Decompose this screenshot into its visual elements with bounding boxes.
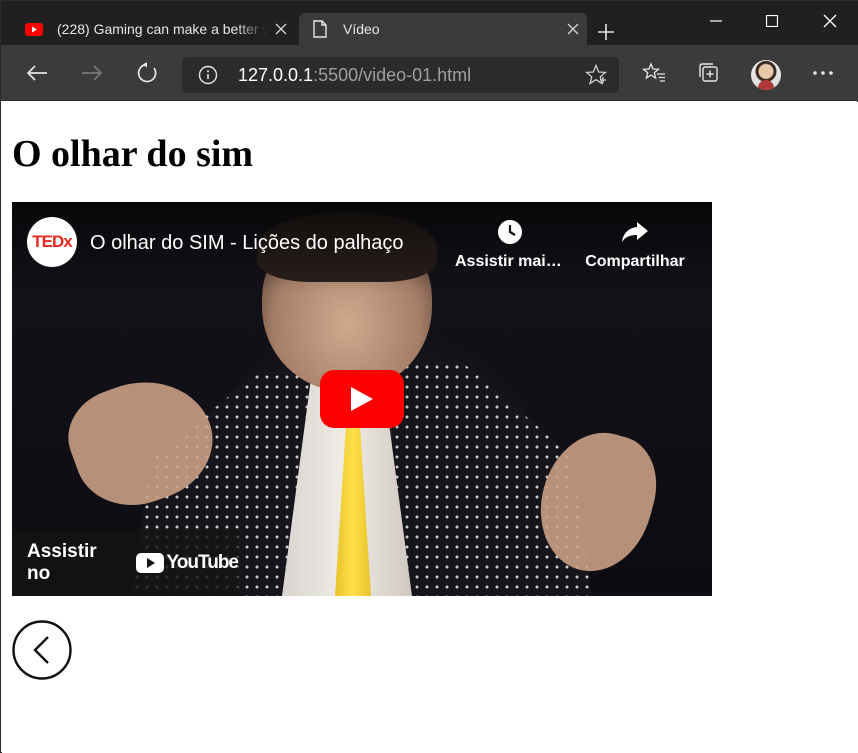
url-path: :5500/video-01.html bbox=[313, 64, 472, 85]
refresh-icon[interactable] bbox=[132, 58, 162, 88]
watch-on-youtube-button[interactable]: Assistir no YouTube bbox=[12, 530, 239, 596]
favorite-star-icon[interactable] bbox=[584, 63, 608, 86]
page-icon bbox=[311, 20, 329, 38]
channel-logo-text: TEDx bbox=[32, 232, 72, 251]
tab-title: (228) Gaming can make a better world bbox=[57, 21, 267, 37]
share-button[interactable]: Compartilhar bbox=[580, 217, 690, 271]
youtube-wordmark: YouTube bbox=[166, 552, 239, 573]
page-content: O olhar do sim TEDx O olhar do SIM - Liç… bbox=[2, 102, 858, 753]
tab-title: Vídeo bbox=[343, 21, 380, 37]
forward-icon[interactable] bbox=[77, 58, 107, 88]
channel-avatar[interactable]: TEDx bbox=[27, 217, 77, 267]
close-tab-icon[interactable] bbox=[559, 15, 587, 43]
clock-icon bbox=[495, 217, 525, 247]
youtube-logo: YouTube bbox=[135, 552, 239, 574]
close-window-icon[interactable] bbox=[801, 1, 858, 41]
youtube-logo-icon bbox=[135, 553, 164, 573]
favorites-icon[interactable] bbox=[639, 58, 669, 88]
more-menu-icon[interactable] bbox=[808, 58, 838, 88]
profile-avatar[interactable] bbox=[751, 60, 781, 90]
share-icon bbox=[620, 217, 650, 247]
play-button[interactable] bbox=[320, 370, 404, 428]
info-icon[interactable] bbox=[198, 65, 218, 85]
tab-video[interactable]: Vídeo bbox=[299, 13, 587, 45]
youtube-embed[interactable]: TEDx O olhar do SIM - Lições do palhaço … bbox=[12, 202, 712, 596]
back-icon[interactable] bbox=[22, 58, 52, 88]
maximize-icon[interactable] bbox=[743, 1, 801, 41]
back-arrow-button[interactable] bbox=[12, 620, 72, 680]
watch-later-label: Assistir mais tarde bbox=[455, 253, 565, 270]
page-title: O olhar do sim bbox=[12, 133, 254, 175]
url-text: 127.0.0.1:5500/video-01.html bbox=[238, 65, 471, 86]
tab-strip: (228) Gaming can make a better world Víd… bbox=[1, 1, 858, 45]
close-tab-icon[interactable] bbox=[267, 15, 295, 43]
watch-on-label: Assistir no bbox=[27, 541, 97, 584]
minimize-icon[interactable] bbox=[687, 1, 745, 41]
new-tab-icon[interactable] bbox=[591, 17, 621, 47]
toolbar: 127.0.0.1:5500/video-01.html bbox=[1, 45, 858, 101]
browser-window: (228) Gaming can make a better world Víd… bbox=[0, 0, 858, 753]
youtube-icon bbox=[25, 20, 43, 38]
address-bar[interactable]: 127.0.0.1:5500/video-01.html bbox=[182, 57, 619, 93]
tab-youtube[interactable]: (228) Gaming can make a better world bbox=[13, 13, 295, 45]
collections-icon[interactable] bbox=[694, 58, 724, 88]
share-label: Compartilhar bbox=[585, 253, 685, 270]
chevron-left-icon bbox=[12, 620, 72, 680]
video-title[interactable]: O olhar do SIM - Lições do palhaço bbox=[90, 232, 445, 255]
play-icon bbox=[351, 387, 373, 411]
watch-later-button[interactable]: Assistir mais tarde bbox=[455, 217, 565, 271]
url-host: 127.0.0.1 bbox=[238, 64, 314, 85]
